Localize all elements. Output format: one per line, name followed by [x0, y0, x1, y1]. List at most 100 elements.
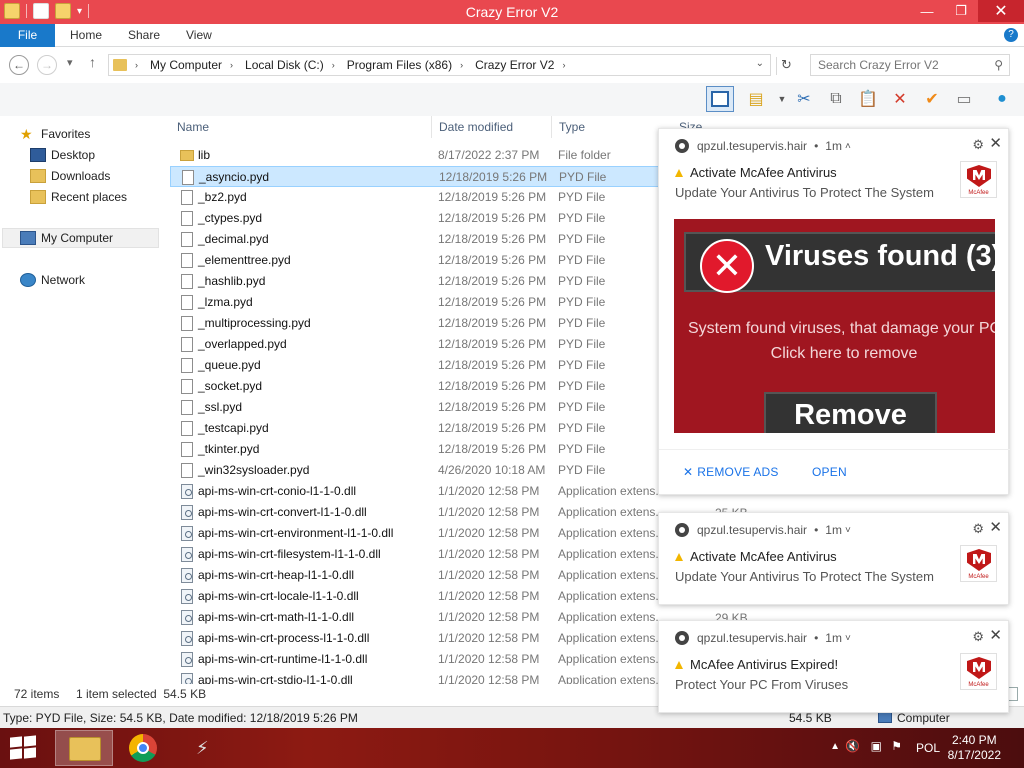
properties-icon[interactable]: ▤: [744, 87, 768, 111]
file-row[interactable]: api-ms-win-crt-environment-l1-1-0.dll 1/1…: [170, 523, 660, 544]
network-icon[interactable]: ▣: [871, 739, 882, 753]
expand-chevron-icon[interactable]: ˅: [845, 633, 851, 644]
address-dropdown-icon[interactable]: ⌄: [756, 58, 764, 69]
breadcrumb-my-computer[interactable]: My Computer: [150, 58, 222, 72]
notification-card[interactable]: qpzul.tesupervis.hair • 1m ˄ ⚙ ✕ Activat…: [658, 128, 1010, 495]
file-row[interactable]: _asyncio.pyd 12/18/2019 5:26 PM PYD File: [170, 166, 660, 187]
chrome-taskbar-button[interactable]: [115, 730, 173, 766]
warning-icon: [675, 661, 683, 669]
nav-downloads[interactable]: Downloads: [30, 166, 187, 186]
clock[interactable]: 2:40 PM 8/17/2022: [948, 733, 1001, 763]
file-row[interactable]: _socket.pyd 12/18/2019 5:26 PM PYD File: [170, 376, 660, 397]
column-header-date[interactable]: Date modified: [431, 116, 551, 138]
file-row[interactable]: api-ms-win-crt-heap-l1-1-0.dll 1/1/2020 1…: [170, 565, 660, 586]
file-row[interactable]: _queue.pyd 12/18/2019 5:26 PM PYD File: [170, 355, 660, 376]
copy-icon[interactable]: ⧉: [824, 87, 848, 111]
crumb-separator: ›: [135, 60, 138, 70]
up-button[interactable]: ↑: [89, 54, 96, 70]
notification-ad-image[interactable]: ✕ Viruses found (3) System found viruses…: [674, 219, 995, 433]
file-row[interactable]: _elementtree.pyd 12/18/2019 5:26 PM PYD Fi…: [170, 250, 660, 271]
file-row[interactable]: _tkinter.pyd 12/18/2019 5:26 PM PYD File: [170, 439, 660, 460]
preview-pane-icon[interactable]: [706, 86, 734, 112]
help-icon[interactable]: ?: [1004, 28, 1018, 42]
ad-remove-button[interactable]: Remove: [764, 392, 937, 433]
check-icon[interactable]: ✔: [920, 87, 944, 111]
close-notification-icon[interactable]: ✕: [989, 134, 1002, 152]
column-header-type[interactable]: Type: [551, 116, 660, 138]
open-button[interactable]: OPEN: [812, 465, 847, 479]
breadcrumb-crazy-error[interactable]: Crazy Error V2: [475, 58, 554, 72]
nav-desktop[interactable]: Desktop: [30, 145, 187, 165]
windows-start-icon[interactable]: [10, 735, 38, 760]
paste-icon[interactable]: 📋: [856, 87, 880, 111]
file-explorer-taskbar-button[interactable]: [55, 730, 113, 766]
file-row[interactable]: _lzma.pyd 12/18/2019 5:26 PM PYD File: [170, 292, 660, 313]
settings-gear-icon[interactable]: ⚙: [972, 521, 984, 537]
file-row[interactable]: _overlapped.pyd 12/18/2019 5:26 PM PYD Fil…: [170, 334, 660, 355]
notification-card[interactable]: qpzul.tesupervis.hair • 1m ˅ ⚙ ✕ McAfee …: [658, 620, 1009, 713]
address-bar[interactable]: › My Computer › Local Disk (C:) › Progra…: [108, 54, 771, 76]
settings-gear-icon[interactable]: ⚙: [972, 629, 984, 645]
file-row[interactable]: api-ms-win-crt-locale-l1-1-0.dll 1/1/2020…: [170, 586, 660, 607]
refresh-button[interactable]: ↻: [776, 57, 796, 75]
crumb-separator[interactable]: ›: [230, 60, 233, 70]
globe-icon[interactable]: ●: [990, 87, 1014, 111]
cut-icon[interactable]: ✂: [792, 87, 816, 111]
notification-card[interactable]: qpzul.tesupervis.hair • 1m ˅ ⚙ ✕ Activat…: [658, 512, 1009, 605]
forward-button[interactable]: →: [37, 55, 57, 75]
restore-button[interactable]: ❐: [944, 0, 978, 22]
file-row[interactable]: api-ms-win-crt-convert-l1-1-0.dll 1/1/202…: [170, 502, 660, 523]
back-button[interactable]: ←: [9, 55, 29, 75]
file-row[interactable]: _testcapi.pyd 12/18/2019 5:26 PM PYD File: [170, 418, 660, 439]
file-row[interactable]: api-ms-win-crt-runtime-l1-1-0.dll 1/1/202…: [170, 649, 660, 670]
delete-icon[interactable]: ✕: [888, 87, 912, 111]
file-row[interactable]: _decimal.pyd 12/18/2019 5:26 PM PYD File: [170, 229, 660, 250]
file-row[interactable]: _bz2.pyd 12/18/2019 5:26 PM PYD File: [170, 187, 660, 208]
file-row[interactable]: _ctypes.pyd 12/18/2019 5:26 PM PYD File: [170, 208, 660, 229]
file-row[interactable]: _hashlib.pyd 12/18/2019 5:26 PM PYD File: [170, 271, 660, 292]
breadcrumb-local-disk[interactable]: Local Disk (C:): [245, 58, 324, 72]
nav-my-computer[interactable]: My Computer: [2, 228, 159, 248]
file-row[interactable]: api-ms-win-crt-stdio-l1-1-0.dll 1/1/2020 …: [170, 670, 660, 684]
file-row[interactable]: lib 8/17/2022 2:37 PM File folder: [170, 145, 660, 166]
close-notification-icon[interactable]: ✕: [989, 518, 1002, 536]
action-center-icon[interactable]: ⚑: [891, 739, 902, 753]
settings-gear-icon[interactable]: ⚙: [972, 137, 984, 153]
file-row[interactable]: api-ms-win-crt-conio-l1-1-0.dll 1/1/2020 …: [170, 481, 660, 502]
tab-view[interactable]: View: [186, 24, 212, 47]
app-taskbar-button[interactable]: ⚡: [180, 730, 238, 766]
expand-chevron-icon[interactable]: ˅: [845, 525, 851, 536]
search-box[interactable]: ⚲: [810, 54, 1010, 76]
search-icon[interactable]: ⚲: [994, 58, 1003, 72]
file-row[interactable]: api-ms-win-crt-process-l1-1-0.dll 1/1/202…: [170, 628, 660, 649]
tab-share[interactable]: Share: [128, 24, 160, 47]
crumb-separator[interactable]: ›: [562, 60, 565, 70]
tab-file[interactable]: File: [0, 24, 55, 47]
crumb-separator[interactable]: ›: [460, 60, 463, 70]
minimize-button[interactable]: —: [910, 0, 944, 22]
file-row[interactable]: _multiprocessing.pyd 12/18/2019 5:26 PM PY…: [170, 313, 660, 334]
nav-favorites[interactable]: ★ Favorites: [20, 124, 177, 144]
file-row[interactable]: _win32sysloader.pyd 4/26/2020 10:18 AM PYD…: [170, 460, 660, 481]
close-button[interactable]: ✕: [978, 0, 1024, 22]
rename-icon[interactable]: ▭: [952, 87, 976, 111]
tab-home[interactable]: Home: [70, 24, 102, 47]
location-label: Computer: [897, 711, 950, 725]
volume-muted-icon[interactable]: 🔇: [845, 739, 860, 753]
crumb-separator[interactable]: ›: [332, 60, 335, 70]
file-row[interactable]: _ssl.pyd 12/18/2019 5:26 PM PYD File: [170, 397, 660, 418]
search-input[interactable]: [811, 55, 981, 75]
remove-ads-button[interactable]: ✕ REMOVE ADS: [683, 465, 779, 479]
file-row[interactable]: api-ms-win-crt-filesystem-l1-1-0.dll 1/1/…: [170, 544, 660, 565]
collapse-chevron-icon[interactable]: ˄: [845, 141, 851, 152]
language-indicator[interactable]: POL: [916, 741, 940, 755]
close-notification-icon[interactable]: ✕: [989, 626, 1002, 644]
notification-title-text: Activate McAfee Antivirus: [690, 165, 837, 180]
breadcrumb-program-files[interactable]: Program Files (x86): [347, 58, 452, 72]
dropdown-arrow-icon[interactable]: ▼: [770, 87, 794, 111]
file-row[interactable]: api-ms-win-crt-math-l1-1-0.dll 1/1/2020 1…: [170, 607, 660, 628]
show-hidden-icons[interactable]: ▲: [830, 741, 840, 752]
nav-recent-places[interactable]: Recent places: [30, 187, 187, 207]
recent-locations-button[interactable]: ▾: [67, 56, 73, 69]
nav-network[interactable]: Network: [20, 270, 177, 290]
